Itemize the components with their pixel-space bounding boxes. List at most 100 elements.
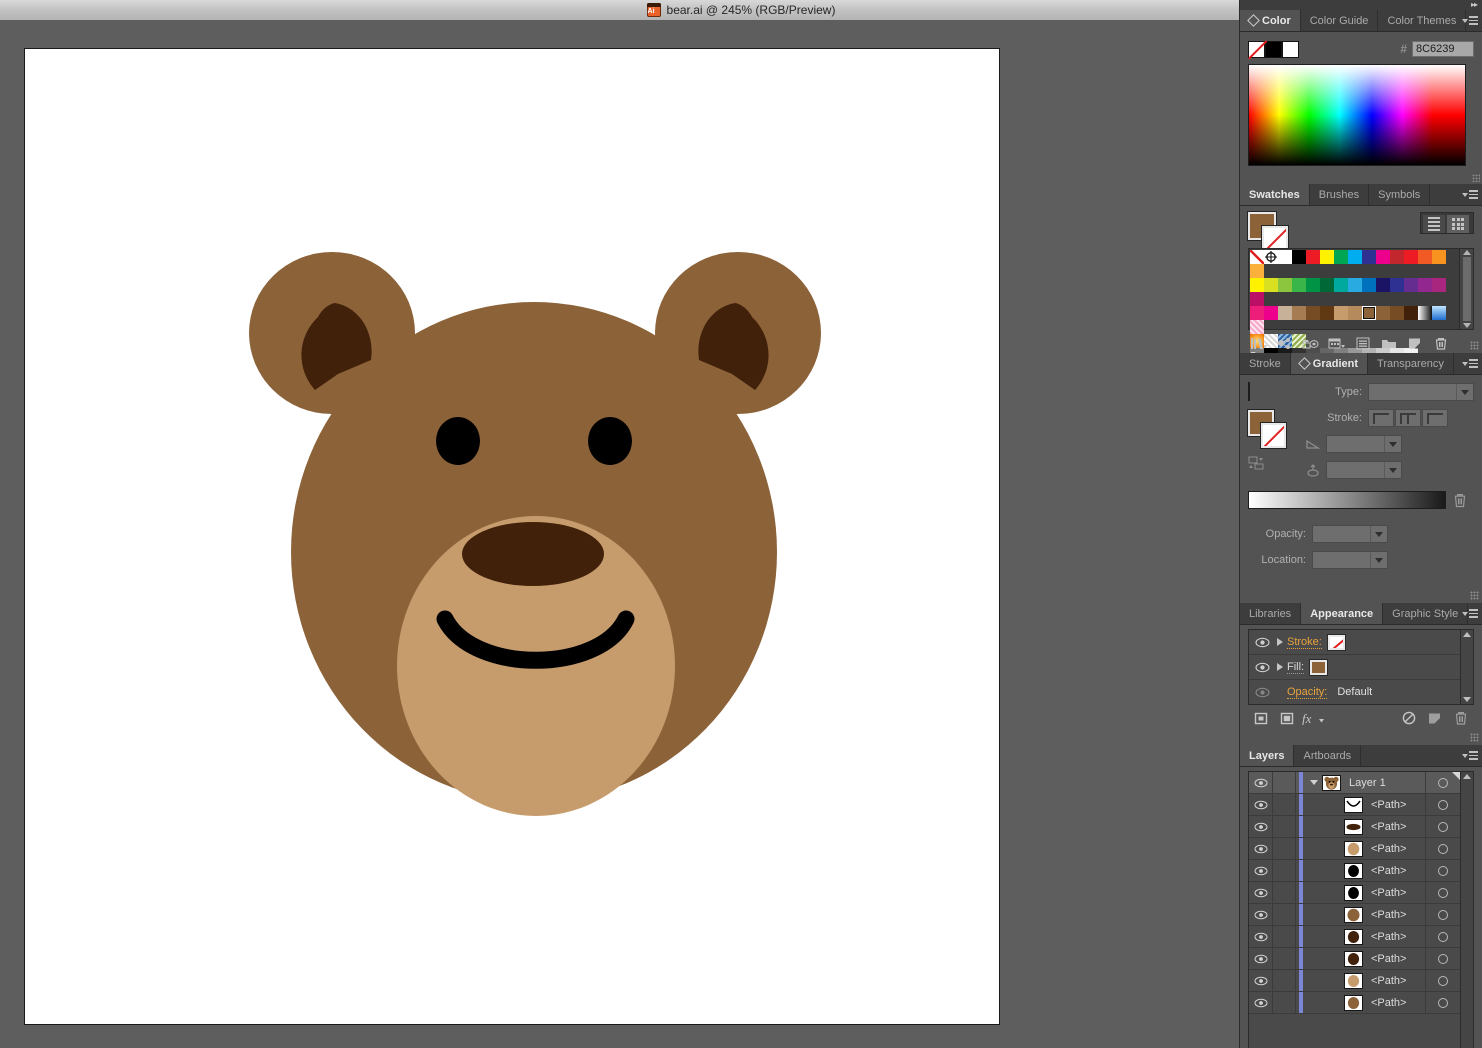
- delete-swatch-icon[interactable]: [1428, 335, 1454, 351]
- visibility-eye-icon[interactable]: [1251, 637, 1273, 648]
- layer-path-row[interactable]: <Path>: [1249, 838, 1460, 860]
- layers-list[interactable]: Layer 1<Path><Path><Path><Path><Path><Pa…: [1248, 771, 1474, 1048]
- layer-row[interactable]: Layer 1: [1249, 772, 1460, 794]
- scroll-up-arrow-icon[interactable]: [1463, 774, 1471, 779]
- layers-panel-tabstrip[interactable]: Layers Artboards: [1240, 745, 1482, 767]
- swatch-cell[interactable]: [1306, 278, 1320, 292]
- layer-lock-toggle[interactable]: [1273, 948, 1296, 969]
- swatches-grid-container[interactable]: [1248, 248, 1474, 330]
- swatch-black[interactable]: [1265, 41, 1282, 58]
- layer-row-content[interactable]: <Path>: [1303, 926, 1425, 947]
- list-view-button[interactable]: [1423, 215, 1445, 233]
- swatch-cell[interactable]: [1292, 250, 1306, 264]
- swatch-cell[interactable]: [1250, 278, 1264, 292]
- gradient-angle-input[interactable]: [1326, 435, 1402, 453]
- swatch-cell[interactable]: [1390, 250, 1404, 264]
- layer-lock-toggle[interactable]: [1273, 838, 1296, 859]
- layer-path-row[interactable]: <Path>: [1249, 904, 1460, 926]
- appearance-toolbar[interactable]: fx: [1240, 705, 1482, 728]
- expand-fill-triangle-icon[interactable]: [1273, 663, 1287, 671]
- gradient-opacity-dropdown-icon[interactable]: [1370, 526, 1387, 542]
- layer-target-indicator[interactable]: [1425, 904, 1460, 925]
- swatches-toolbar[interactable]: [1240, 330, 1482, 353]
- add-effect-fx-icon[interactable]: fx: [1300, 710, 1326, 726]
- tab-libraries[interactable]: Libraries: [1240, 603, 1301, 624]
- layer-visibility-eye-icon[interactable]: [1249, 882, 1273, 903]
- tab-swatches[interactable]: Swatches: [1240, 184, 1310, 205]
- appearance-panel-menu-icon[interactable]: [1462, 607, 1478, 620]
- swatch-cell[interactable]: [1376, 306, 1390, 320]
- bear-artwork[interactable]: [25, 49, 999, 1024]
- gradient-across-stroke-button[interactable]: [1422, 409, 1448, 427]
- tab-color[interactable]: Color: [1240, 10, 1301, 31]
- tab-gradient[interactable]: Gradient: [1291, 353, 1368, 374]
- gradient-opacity-input[interactable]: [1312, 525, 1388, 543]
- layer-target-indicator[interactable]: [1425, 882, 1460, 903]
- gradient-ramp-slider[interactable]: [1248, 491, 1446, 509]
- swatch-view-toggles[interactable]: [1420, 212, 1474, 234]
- tab-graphic-style[interactable]: Graphic Style: [1383, 603, 1468, 624]
- grid-view-button[interactable]: [1447, 215, 1469, 233]
- swatch-cell[interactable]: [1334, 250, 1348, 264]
- color-panel-tabstrip[interactable]: Color Color Guide Color Themes: [1240, 10, 1482, 32]
- tab-transparency[interactable]: Transparency: [1368, 353, 1454, 374]
- swatches-panel-resize-grip[interactable]: [1470, 341, 1479, 350]
- swatches-scrollbar[interactable]: [1459, 249, 1473, 329]
- swatch-cell[interactable]: [1376, 278, 1390, 292]
- swatch-cell[interactable]: [1404, 278, 1418, 292]
- layer-path-row[interactable]: <Path>: [1249, 860, 1460, 882]
- layer-expand-triangle-icon[interactable]: [1309, 780, 1318, 785]
- layers-panel-menu-icon[interactable]: [1462, 749, 1478, 762]
- tab-appearance[interactable]: Appearance: [1301, 603, 1383, 624]
- layer-name-label[interactable]: <Path>: [1371, 843, 1406, 855]
- gradient-stroke-options[interactable]: [1368, 409, 1448, 427]
- layer-name-label[interactable]: <Path>: [1371, 865, 1406, 877]
- layer-target-indicator[interactable]: [1425, 948, 1460, 969]
- gradient-panel-tabstrip[interactable]: Stroke Gradient Transparency: [1240, 353, 1482, 375]
- layer-row-content[interactable]: <Path>: [1303, 992, 1425, 1013]
- swatch-cell[interactable]: [1264, 250, 1278, 264]
- dock-collapse-bar[interactable]: ▸▸: [1240, 0, 1482, 10]
- swatch-cell[interactable]: [1334, 306, 1348, 320]
- layer-name-label[interactable]: <Path>: [1371, 953, 1406, 965]
- swatches-panel-menu-icon[interactable]: [1462, 188, 1478, 201]
- layer-row-content[interactable]: <Path>: [1303, 882, 1425, 903]
- appearance-opacity-label[interactable]: Opacity:: [1287, 686, 1327, 699]
- appearance-stroke-label[interactable]: Stroke:: [1287, 636, 1322, 649]
- swatch-cell[interactable]: [1250, 292, 1264, 306]
- layer-lock-toggle[interactable]: [1273, 816, 1296, 837]
- appearance-panel-tabstrip[interactable]: Libraries Appearance Graphic Style: [1240, 603, 1482, 625]
- clear-appearance-icon[interactable]: [1396, 710, 1422, 726]
- swatch-libraries-icon[interactable]: [1246, 335, 1272, 351]
- layer-lock-toggle[interactable]: [1273, 926, 1296, 947]
- layer-name-label[interactable]: <Path>: [1371, 997, 1406, 1009]
- tab-color-themes[interactable]: Color Themes: [1378, 10, 1466, 31]
- layer-name-label[interactable]: <Path>: [1371, 975, 1406, 987]
- layer-row-content[interactable]: <Path>: [1303, 838, 1425, 859]
- scroll-down-arrow-icon[interactable]: [1463, 323, 1471, 328]
- swatch-cell[interactable]: [1348, 250, 1362, 264]
- layer-target-indicator[interactable]: [1425, 926, 1460, 947]
- layer-path-row[interactable]: <Path>: [1249, 926, 1460, 948]
- layer-target-indicator[interactable]: [1425, 970, 1460, 991]
- swatch-cell[interactable]: [1348, 278, 1362, 292]
- swatches-panel-tabstrip[interactable]: Swatches Brushes Symbols: [1240, 184, 1482, 206]
- gradient-within-stroke-button[interactable]: [1368, 409, 1394, 427]
- color-spectrum-ramp[interactable]: [1248, 64, 1466, 166]
- delete-gradient-stop-icon[interactable]: [1446, 493, 1474, 508]
- layer-path-row[interactable]: <Path>: [1249, 794, 1460, 816]
- color-guide-icon[interactable]: [1298, 335, 1324, 351]
- swatches-grid[interactable]: [1249, 249, 1459, 329]
- appearance-panel-resize-grip[interactable]: [1470, 733, 1479, 742]
- swatch-cell[interactable]: [1334, 278, 1348, 292]
- fill-stroke-indicator[interactable]: [1248, 212, 1294, 246]
- swatch-cell[interactable]: [1418, 278, 1432, 292]
- appearance-row-opacity[interactable]: Opacity: Default: [1249, 680, 1460, 704]
- layer-row-content[interactable]: Layer 1: [1303, 772, 1425, 793]
- gradient-type-select[interactable]: [1368, 383, 1474, 401]
- swatch-cell[interactable]: [1348, 306, 1362, 320]
- swatch-cell[interactable]: [1292, 306, 1306, 320]
- swatch-cell-selected[interactable]: [1362, 306, 1376, 320]
- layers-scrollbar[interactable]: [1460, 772, 1473, 1048]
- appearance-stroke-chip[interactable]: [1328, 635, 1345, 650]
